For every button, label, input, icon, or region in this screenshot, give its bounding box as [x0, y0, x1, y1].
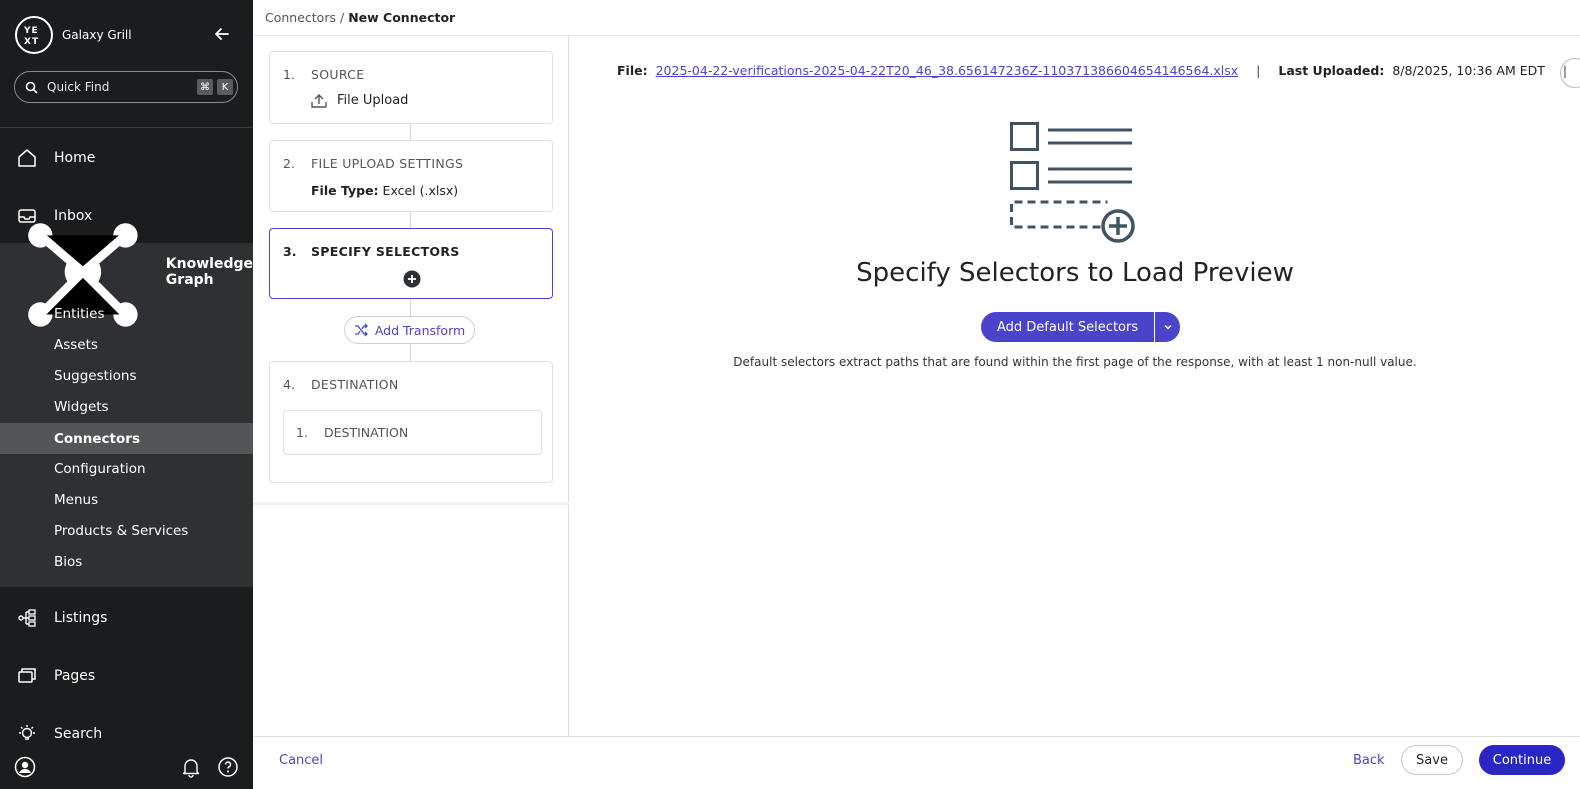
- sidebar-subitem-suggestions[interactable]: Suggestions: [0, 360, 253, 391]
- listings-icon: [18, 609, 36, 627]
- quick-find-label: Quick Find: [47, 80, 110, 94]
- breadcrumb-current: New Connector: [348, 10, 456, 25]
- preview-area: File: 2025-04-22-verifications-2025-04-2…: [570, 36, 1580, 736]
- step-title: SOURCE: [311, 67, 365, 82]
- step-file-upload-settings-card[interactable]: 2. FILE UPLOAD SETTINGS File Type: Excel…: [269, 140, 553, 212]
- shortcut-k-key: K: [217, 79, 233, 95]
- upload-new-file-button[interactable]: [1560, 58, 1580, 88]
- sidebar-subitem-widgets[interactable]: Widgets: [0, 391, 253, 422]
- add-transform-label: Add Transform: [374, 322, 466, 338]
- sidebar: YE XT Galaxy Grill Quick Find ⌘ K Home I…: [0, 0, 253, 789]
- sidebar-subitem-entities[interactable]: Entities: [0, 298, 253, 329]
- shuffle-icon: [354, 323, 368, 337]
- sidebar-subitem-assets[interactable]: Assets: [0, 329, 253, 360]
- sidebar-item-label: Listings: [54, 610, 108, 626]
- breadcrumb-connectors-link[interactable]: Connectors: [265, 10, 336, 25]
- account-name: Galaxy Grill: [62, 28, 132, 42]
- step-connector-line: [410, 344, 411, 361]
- file-type-value: Excel (.xlsx): [382, 183, 459, 198]
- steps-panel-divider: [253, 502, 569, 505]
- yext-logo: YE XT: [15, 16, 53, 54]
- collapse-sidebar-icon[interactable]: [213, 25, 231, 43]
- step-number: 3.: [283, 244, 297, 259]
- destination-subcard[interactable]: 1. DESTINATION: [283, 410, 542, 455]
- step-number: 2.: [283, 156, 295, 171]
- sidebar-subitem-products-services[interactable]: Products & Services: [0, 515, 253, 546]
- last-uploaded-value: 8/8/2025, 10:36 AM EDT: [1392, 63, 1545, 78]
- svg-text:XT: XT: [24, 37, 39, 47]
- chevron-down-icon: [1164, 324, 1172, 330]
- step-title: FILE UPLOAD SETTINGS: [311, 156, 464, 171]
- user-avatar-icon[interactable]: [14, 756, 36, 778]
- step-connector-line: [410, 124, 411, 140]
- sidebar-item-label: Pages: [54, 668, 96, 684]
- search-lightbulb-icon: [19, 725, 35, 740]
- step-connector-line: [410, 212, 411, 228]
- footer-bar: Cancel Back Save Continue: [253, 736, 1580, 789]
- svg-text:YE: YE: [23, 26, 39, 36]
- sidebar-item-knowledge-graph[interactable]: Knowledge Graph: [0, 223, 253, 327]
- cancel-button[interactable]: Cancel: [279, 753, 323, 768]
- bell-icon[interactable]: [180, 756, 202, 778]
- knowledge-graph-section: Knowledge Graph Entities Assets Suggesti…: [0, 223, 253, 587]
- sidebar-subitem-menus[interactable]: Menus: [0, 484, 253, 515]
- add-transform-button[interactable]: Add Transform: [344, 316, 475, 344]
- source-type-label: File Upload: [337, 93, 409, 108]
- sidebar-subitem-configuration[interactable]: Configuration: [0, 453, 253, 484]
- breadcrumb: Connectors / New Connector: [253, 0, 1580, 36]
- file-name-link[interactable]: 2025-04-22-verifications-2025-04-22T20_4…: [656, 63, 1239, 78]
- brand[interactable]: YE XT Galaxy Grill: [15, 16, 132, 54]
- file-upload-icon: [311, 94, 327, 108]
- step-title: SPECIFY SELECTORS: [311, 244, 460, 259]
- destination-subcard-number: 1.: [296, 425, 308, 440]
- shortcut-cmd-key: ⌘: [197, 79, 213, 95]
- last-uploaded-label: Last Uploaded:: [1278, 63, 1385, 78]
- sidebar-divider: [0, 127, 253, 128]
- preview-description: Default selectors extract paths that are…: [733, 355, 1417, 369]
- add-selector-icon[interactable]: [403, 270, 421, 288]
- file-type-label: File Type:: [311, 183, 379, 198]
- sidebar-item-label: Search: [54, 726, 103, 742]
- search-icon: [25, 81, 38, 94]
- save-button[interactable]: Save: [1401, 745, 1463, 775]
- add-default-selectors-button[interactable]: Add Default Selectors: [981, 312, 1155, 342]
- preview-title: Specify Selectors to Load Preview: [856, 258, 1294, 288]
- selector-list-illustration-icon: [1010, 122, 1135, 243]
- back-button[interactable]: Back: [1353, 753, 1385, 768]
- home-icon: [18, 149, 36, 167]
- help-icon[interactable]: [217, 756, 239, 778]
- sidebar-item-pages[interactable]: Pages: [0, 647, 253, 705]
- destination-subcard-title: DESTINATION: [324, 425, 409, 440]
- file-label: File:: [617, 63, 648, 78]
- step-title: DESTINATION: [311, 377, 399, 392]
- sidebar-item-search[interactable]: Search: [0, 705, 253, 763]
- separator: |: [1256, 63, 1261, 78]
- sidebar-item-label: Home: [54, 150, 96, 166]
- yext-logo-mark: YE XT: [23, 26, 39, 47]
- add-default-selectors-split-button: Add Default Selectors: [981, 312, 1181, 342]
- sidebar-item-listings[interactable]: Listings: [0, 589, 253, 647]
- sidebar-item-label: Knowledge Graph: [165, 256, 253, 288]
- sidebar-footer: [14, 756, 239, 778]
- sidebar-item-home[interactable]: Home: [0, 129, 253, 187]
- breadcrumb-separator: /: [339, 10, 345, 25]
- step-number: 4.: [283, 377, 295, 392]
- file-info-bar: File: 2025-04-22-verifications-2025-04-2…: [617, 63, 1580, 78]
- sidebar-subitem-bios[interactable]: Bios: [0, 546, 253, 577]
- step-source-card[interactable]: 1. SOURCE File Upload: [269, 51, 553, 124]
- quick-find-input[interactable]: Quick Find ⌘ K: [14, 71, 238, 103]
- step-specify-selectors-card[interactable]: 3. SPECIFY SELECTORS: [269, 228, 553, 299]
- connector-steps-panel: 1. SOURCE File Upload 2. FILE UPLOAD SET…: [253, 36, 569, 736]
- add-default-selectors-dropdown[interactable]: [1154, 312, 1181, 342]
- step-destination-card[interactable]: 4. DESTINATION 1. DESTINATION: [269, 361, 553, 483]
- step-number: 1.: [283, 67, 295, 82]
- sidebar-subitem-connectors[interactable]: Connectors: [0, 423, 253, 454]
- pages-icon: [18, 668, 36, 683]
- continue-button[interactable]: Continue: [1479, 745, 1565, 775]
